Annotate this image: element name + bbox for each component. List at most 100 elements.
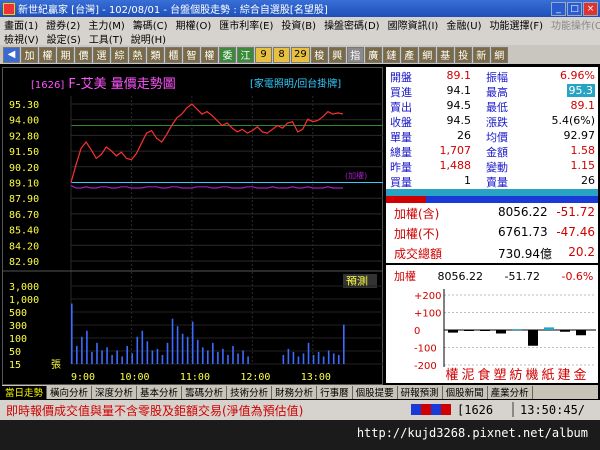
toolbar-button-11[interactable]: 權 [201, 46, 218, 63]
volume-bar [91, 351, 93, 364]
quote-value: 94.5 [446, 114, 472, 127]
toolbar-button-21[interactable]: 鏈 [382, 46, 400, 63]
quote-label-2: 最低 [486, 101, 508, 114]
volume-bar [222, 348, 224, 364]
quote-value-2: 1.58 [571, 144, 596, 157]
tab-2[interactable]: 深度分析 [92, 385, 138, 399]
submenu-item-3[interactable]: 說明(H) [127, 31, 170, 46]
minimize-button[interactable]: _ [551, 1, 566, 16]
toolbar-button-14[interactable]: 9 [255, 46, 272, 63]
volume-bar [332, 353, 335, 364]
main-menu: 畫面(1) 證券(2) 主力(M) 籌碼(C) 期權(O) 匯市利率(E) 投資(B) 操盤密… [0, 17, 600, 32]
sector-bar [448, 330, 458, 333]
toolbar-button-27[interactable]: 網 [490, 46, 508, 63]
toolbar-button-23[interactable]: 網 [418, 46, 436, 63]
volume-bar [161, 354, 164, 364]
volume-bar [126, 345, 129, 364]
toolbar-button-17[interactable]: 梭 [310, 46, 328, 63]
tab-10[interactable]: 個股新聞 [443, 385, 488, 399]
price-tick-label: 92.80 [9, 131, 39, 142]
volume-tick-label: 100 [9, 334, 27, 345]
bid-ask-strip [386, 189, 598, 203]
toolbar-button-15[interactable]: 8 [273, 46, 290, 63]
menu-item-0[interactable]: 畫面(1) [0, 17, 42, 32]
chart-panel: 95.30 94.00 92.80 91.50 90.20 89.10 87.90 86.70… [2, 67, 383, 385]
submenu-item-0[interactable]: 檢視(V) [0, 31, 43, 46]
tab-11[interactable]: 產業分析 [488, 385, 533, 399]
volume-bar [141, 330, 144, 364]
quote-value: 89.1 [446, 69, 472, 82]
toolbar-button-5[interactable]: 選 [93, 46, 110, 63]
menu-item-1[interactable]: 證券(2) [42, 17, 84, 32]
toolbar-button-1[interactable]: 加 [21, 46, 38, 63]
toolbar-button-19[interactable]: 指 [346, 46, 364, 63]
volume-bar [292, 351, 295, 364]
toolbar-button-22[interactable]: 產 [400, 46, 418, 63]
quote-value-2: 5.4(6%) [551, 114, 595, 127]
toolbar-button-0[interactable]: ◀ [3, 46, 20, 63]
sector-head-pct: -0.6% [561, 270, 594, 283]
tab-1[interactable]: 橫向分析 [47, 385, 93, 399]
volume-bar [242, 350, 244, 364]
toolbar-button-3[interactable]: 期 [57, 46, 74, 63]
sector-name: 權 [445, 368, 459, 383]
menu-item-10[interactable]: 功能選擇(F) [485, 17, 547, 32]
quote-row: 昨量 1,488 變動 1.15 [386, 159, 598, 174]
toolbar-button-24[interactable]: 基 [436, 46, 454, 63]
menu-item-5[interactable]: 匯市利率(E) [215, 17, 277, 32]
tab-8[interactable]: 個股提要 [353, 385, 398, 399]
tab-3[interactable]: 基本分析 [137, 385, 183, 399]
toolbar-button-8[interactable]: 類 [147, 46, 164, 63]
quote-row: 買量 1 賣量 26 [386, 174, 598, 189]
index-label: 加權(含) [394, 207, 440, 221]
index-change: 20.2 [568, 245, 595, 259]
tab-9[interactable]: 研報預測 [398, 385, 443, 399]
quote-label: 收盤 [390, 116, 412, 129]
quote-value-2: 26 [581, 174, 595, 187]
toolbar-button-20[interactable]: 廣 [364, 46, 382, 63]
toolbar-button-26[interactable]: 新 [472, 46, 490, 63]
chart-category-link[interactable]: [家電照明/回台掛牌] [250, 75, 341, 90]
menu-item-9[interactable]: 金融(U) [442, 17, 485, 32]
menu-item-8[interactable]: 國際資訊(I) [384, 17, 443, 32]
price-tick-label: 89.10 [9, 179, 39, 190]
toolbar-button-25[interactable]: 投 [454, 46, 472, 63]
maximize-button[interactable]: □ [567, 1, 582, 16]
toolbar-button-4[interactable]: 價 [75, 46, 92, 63]
quote-value-2: 95.3 [566, 84, 595, 97]
tab-7[interactable]: 行事曆 [317, 385, 353, 399]
quote-value-2: 92.97 [564, 129, 596, 142]
sector-name: 紡 [509, 368, 523, 383]
menu-item-2[interactable]: 主力(M) [84, 17, 128, 32]
submenu-item-2[interactable]: 工具(T) [85, 31, 127, 46]
menu-item-right[interactable]: 功能操作(C) [547, 17, 600, 32]
toolbar-button-9[interactable]: 櫃 [165, 46, 182, 63]
quote-label: 買進 [390, 86, 412, 99]
toolbar-button-13[interactable]: 江 [237, 46, 254, 63]
status-separator [512, 402, 514, 417]
volume-bar [131, 353, 134, 364]
tab-6[interactable]: 財務分析 [272, 385, 318, 399]
toolbar-button-12[interactable]: 委 [219, 46, 236, 63]
submenu-item-1[interactable]: 設定(S) [43, 31, 85, 46]
quote-label-2: 賣量 [486, 176, 508, 189]
sector-bar [528, 330, 538, 346]
toolbar-button-16[interactable]: 29 [291, 46, 310, 63]
menu-item-7[interactable]: 操盤密碼(D) [320, 17, 384, 32]
tab-4[interactable]: 籌碼分析 [182, 385, 228, 399]
tab-5[interactable]: 技術分析 [227, 385, 273, 399]
toolbar-button-18[interactable]: 興 [328, 46, 346, 63]
tab-0[interactable]: 當日走勢 [2, 385, 48, 399]
price-volume-chart[interactable]: 95.30 94.00 92.80 91.50 90.20 89.10 87.90 86.70… [3, 68, 384, 386]
menu-item-4[interactable]: 期權(O) [172, 17, 216, 32]
quote-value: 1,707 [439, 144, 472, 157]
toolbar-button-2[interactable]: 權 [39, 46, 56, 63]
menu-item-3[interactable]: 籌碼(C) [129, 17, 172, 32]
close-button[interactable]: × [583, 1, 598, 16]
sector-head-value: 8056.22 [437, 270, 484, 283]
toolbar-button-10[interactable]: 智 [183, 46, 200, 63]
menu-item-6[interactable]: 投資(B) [277, 17, 320, 32]
quote-row: 總量 1,707 金額 1.58 [386, 144, 598, 159]
toolbar-button-6[interactable]: 綜 [111, 46, 128, 63]
toolbar-button-7[interactable]: 熱 [129, 46, 146, 63]
